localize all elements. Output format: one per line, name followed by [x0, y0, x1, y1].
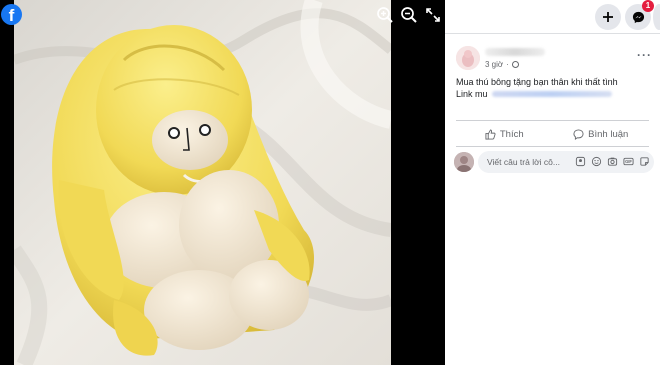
fullscreen-icon[interactable]	[424, 6, 442, 24]
photo-viewer: f	[0, 0, 445, 365]
more-options-button[interactable]: ···	[637, 48, 652, 62]
svg-text:GIF: GIF	[625, 159, 632, 164]
messenger-icon	[632, 11, 644, 23]
comment-icon	[573, 128, 584, 140]
divider-top	[456, 120, 649, 121]
avatar-sticker-icon[interactable]	[575, 156, 586, 167]
notification-badge: 1	[642, 0, 654, 12]
top-bar: 1	[445, 0, 660, 34]
thumbs-up-icon	[485, 128, 496, 140]
current-user-avatar[interactable]	[454, 152, 474, 172]
avatar-image	[456, 46, 480, 70]
post-link-row: Link mu	[456, 88, 618, 100]
zoom-in-icon[interactable]	[376, 6, 394, 24]
camera-icon[interactable]	[607, 156, 618, 167]
comment-placeholder: Viết câu trả lời cô...	[487, 157, 560, 167]
comment-label: Bình luận	[588, 128, 629, 140]
zoom-out-icon[interactable]	[400, 6, 418, 24]
app-root: f 1 3 giờ · ··· Mua thú bông tặng bạn th…	[0, 0, 660, 365]
like-button[interactable]: Thích	[456, 124, 553, 144]
emoji-icon[interactable]	[591, 156, 602, 167]
separator-dot: ·	[506, 60, 509, 69]
post-side-panel: 1 3 giờ · ··· Mua thú bông tặng bạn thân	[445, 0, 660, 365]
comment-input[interactable]: Viết câu trả lời cô... GIF	[478, 151, 654, 173]
sticker-icon[interactable]	[639, 156, 650, 167]
plus-icon	[603, 12, 613, 22]
post-text: Mua thú bông tặng bạn thân khi thất tình…	[456, 76, 618, 100]
comment-tools: GIF	[575, 156, 650, 167]
gif-icon[interactable]: GIF	[623, 156, 634, 167]
comment-composer: Viết câu trả lời cô... GIF	[454, 151, 654, 173]
post-photo	[14, 0, 391, 365]
post-header: 3 giờ · ···	[445, 42, 660, 78]
author-name-blurred[interactable]	[485, 48, 545, 56]
comment-button[interactable]: Bình luận	[553, 124, 650, 144]
blurred-link[interactable]	[491, 91, 612, 97]
user-avatar-image	[454, 152, 474, 172]
globe-icon	[511, 61, 519, 68]
divider-bottom	[456, 146, 649, 147]
messenger-button[interactable]: 1	[625, 0, 654, 30]
post-text-line1: Mua thú bông tặng bạn thân khi thất tình	[456, 77, 618, 87]
author-avatar[interactable]	[456, 46, 480, 70]
post-time-text: 3 giờ	[485, 60, 504, 69]
post-text-line2-prefix: Link mu	[456, 89, 488, 99]
account-menu-button[interactable]	[653, 4, 660, 30]
create-button[interactable]	[595, 4, 621, 30]
post-time[interactable]: 3 giờ ·	[485, 60, 519, 69]
facebook-logo-icon[interactable]: f	[1, 4, 22, 25]
plush-photo-illustration	[14, 0, 391, 365]
viewer-toolbar	[376, 6, 442, 24]
like-label: Thích	[499, 128, 524, 140]
post-actions: Thích Bình luận	[456, 124, 649, 144]
